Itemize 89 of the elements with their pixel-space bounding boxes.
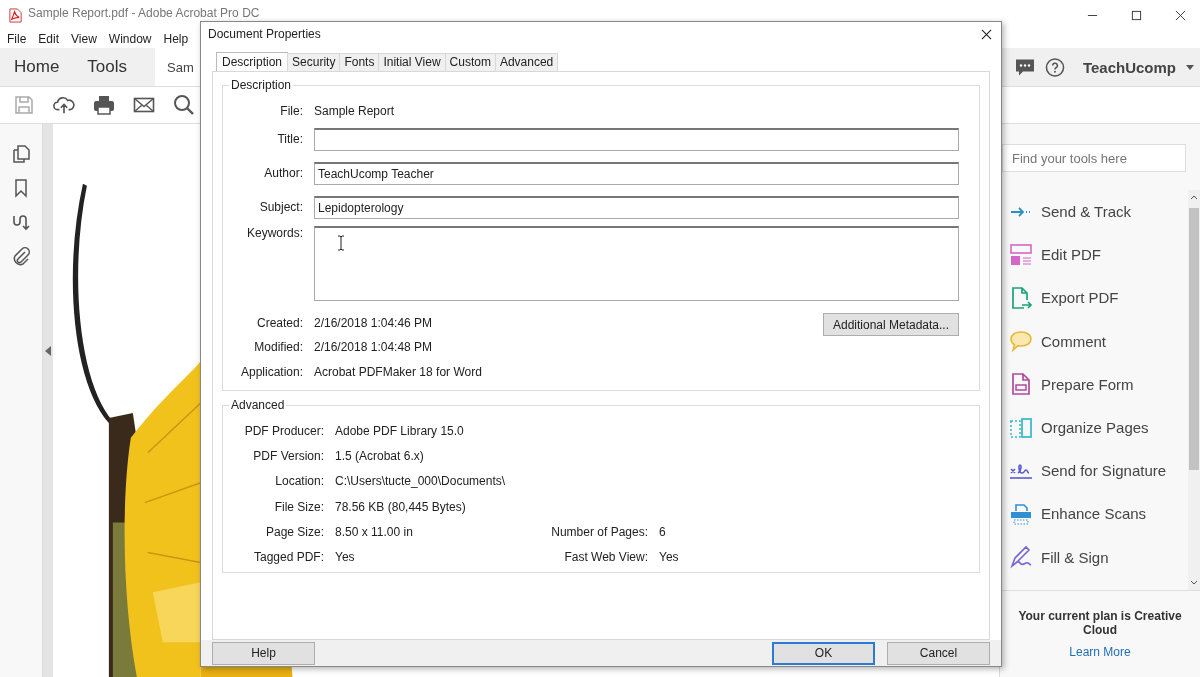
- pen-signature-icon: [1009, 545, 1033, 570]
- account-name[interactable]: TeachUcomp: [1082, 58, 1176, 76]
- menu-item[interactable]: View: [71, 32, 97, 46]
- field-label: Author:: [263, 166, 303, 180]
- nav-tab[interactable]: Home: [0, 48, 74, 86]
- property-label: Page Size:: [264, 524, 324, 539]
- field-label: File:: [279, 104, 303, 118]
- file-name: Sample Report: [314, 104, 395, 118]
- text-field[interactable]: [314, 127, 959, 151]
- paperclip-icon[interactable]: [11, 246, 31, 266]
- dialog-tab[interactable]: Description: [216, 52, 289, 71]
- text-cursor-icon: [337, 235, 345, 251]
- nav-tab[interactable]: Tools: [73, 48, 142, 86]
- dialog-button[interactable]: Cancel: [887, 641, 990, 665]
- scrollbar[interactable]: [1188, 190, 1200, 590]
- dialog-button[interactable]: OK: [772, 641, 875, 665]
- dialog-title: Document Properties: [208, 27, 321, 41]
- learn-more-link[interactable]: Learn More: [1069, 645, 1131, 659]
- field-value: Acrobat PDFMaker 18 for Word: [314, 364, 482, 379]
- form-icon: [1009, 372, 1033, 397]
- additional-metadata-button[interactable]: Additional Metadata...: [823, 313, 959, 336]
- dialog-tab[interactable]: Custom: [444, 53, 496, 71]
- property-label: Number of Pages:: [550, 524, 648, 539]
- property-label: Fast Web View:: [563, 550, 648, 565]
- pdf-file-icon: [8, 7, 23, 23]
- tool-item[interactable]: Send for Signature: [1000, 449, 1188, 493]
- field-label: Created:: [255, 316, 303, 330]
- tool-item[interactable]: Send & Track: [1000, 190, 1188, 234]
- scanner-icon: [1009, 501, 1033, 526]
- dialog-button[interactable]: Help: [212, 641, 315, 665]
- window-title: Sample Report.pdf - Adobe Acrobat Pro DC: [28, 6, 260, 20]
- group-legend: Advanced: [229, 398, 287, 412]
- field-label: Application:: [239, 364, 303, 379]
- collapse-arrow-icon[interactable]: [45, 345, 51, 356]
- tool-item[interactable]: Organize Pages: [1000, 405, 1188, 450]
- property-value: Adobe PDF Library 15.0: [335, 423, 464, 438]
- document-arrow-icon: [1009, 285, 1033, 310]
- property-value: 1.5 (Acrobat 6.x): [335, 448, 424, 463]
- close-icon[interactable]: [1175, 9, 1186, 21]
- property-label: PDF Producer:: [243, 423, 324, 438]
- speech-bubble-icon: [1009, 329, 1033, 354]
- dialog-tab[interactable]: Fonts: [339, 53, 380, 71]
- property-label: PDF Version:: [252, 448, 324, 463]
- menu-item[interactable]: File: [7, 32, 27, 46]
- property-label: File Size:: [273, 499, 324, 514]
- tool-item[interactable]: Fill & Sign: [1000, 535, 1188, 579]
- help-icon[interactable]: [1044, 57, 1065, 77]
- tools-search-field[interactable]: Find your tools here: [1002, 144, 1186, 172]
- field-value: 2/16/2018 1:04:46 PM: [314, 316, 433, 330]
- tool-item[interactable]: Prepare Form: [1000, 362, 1188, 406]
- pages-icon: [1009, 415, 1033, 440]
- text-area[interactable]: [314, 226, 959, 301]
- menu-item[interactable]: Help: [163, 32, 189, 46]
- plan-text: Your current plan is Creative Cloud: [1017, 609, 1183, 637]
- property-label: Tagged PDF:: [252, 550, 324, 565]
- property-value: Yes: [335, 550, 355, 565]
- property-value: C:\Users\tucte_000\Documents\: [335, 474, 506, 489]
- field-label: Subject:: [258, 200, 303, 214]
- chat-icon[interactable]: [1014, 57, 1035, 77]
- tool-item[interactable]: Comment: [1000, 319, 1188, 363]
- search-icon[interactable]: [173, 94, 195, 116]
- menu-item[interactable]: Window: [108, 32, 152, 46]
- property-label: Location:: [274, 474, 324, 489]
- dialog-tab[interactable]: Initial View: [378, 53, 446, 71]
- print-icon[interactable]: [93, 94, 115, 116]
- field-label: Keywords:: [245, 226, 303, 240]
- dialog-tab[interactable]: Security: [287, 53, 341, 71]
- text-field[interactable]: TeachUcomp Teacher: [314, 161, 959, 185]
- dialog-tab[interactable]: Advanced: [494, 53, 559, 71]
- caret-icon[interactable]: [1186, 64, 1194, 70]
- pages-icon[interactable]: [11, 144, 31, 164]
- field-value: 2/16/2018 1:04:48 PM: [314, 339, 433, 354]
- property-value: 78.56 KB (80,445 Bytes): [335, 499, 466, 514]
- tool-item[interactable]: Enhance Scans: [1000, 492, 1188, 536]
- cloud-upload-icon[interactable]: [53, 94, 75, 116]
- field-label: Modified:: [253, 339, 303, 354]
- group-legend: Description: [229, 78, 294, 92]
- path-arrow-icon[interactable]: [11, 212, 31, 232]
- maximize-icon[interactable]: [1131, 9, 1142, 21]
- property-value: 8.50 x 11.00 in: [335, 524, 413, 539]
- layout-icon: [1009, 242, 1033, 267]
- close-icon[interactable]: [981, 28, 992, 40]
- text-field[interactable]: Lepidopterology: [314, 195, 959, 219]
- tool-item[interactable]: Export PDF: [1000, 276, 1188, 320]
- menu-item[interactable]: Edit: [38, 32, 60, 46]
- property-value: 6: [659, 524, 666, 539]
- tool-item[interactable]: Edit PDF: [1000, 233, 1188, 277]
- property-value: Yes: [659, 550, 679, 565]
- field-label: Title:: [276, 132, 303, 146]
